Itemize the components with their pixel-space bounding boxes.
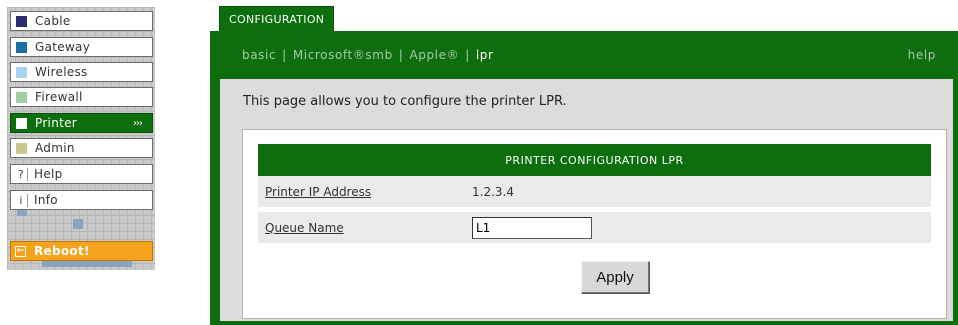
gateway-color-swatch (16, 41, 27, 53)
config-box: PRINTER CONFIGURATION LPR Printer IP Add… (242, 129, 947, 319)
firewall-color-swatch (16, 91, 27, 103)
sidebar-nav: Cable Gateway Wireless Firewall Printer … (7, 7, 155, 270)
queue-name-label[interactable]: Queue Name (258, 221, 472, 235)
info-icon: i (15, 193, 28, 207)
sub-navigation: basic | Microsoft®smb | Apple® | lpr hel… (210, 31, 958, 79)
sidebar-item-wireless[interactable]: Wireless (10, 62, 153, 82)
subnav-lpr-link[interactable]: lpr (470, 48, 500, 62)
queue-name-input[interactable] (472, 216, 592, 239)
sidebar-item-label: Firewall (35, 90, 83, 104)
sidebar-item-label: Gateway (35, 40, 91, 54)
sidebar-item-admin[interactable]: Admin (10, 138, 153, 158)
sidebar-item-label: Admin (35, 141, 75, 155)
sidebar-item-gateway[interactable]: Gateway (10, 37, 153, 57)
tab-label: CONFIGURATION (229, 13, 325, 26)
sidebar-item-cable[interactable]: Cable (10, 11, 153, 31)
sidebar-item-firewall[interactable]: Firewall (10, 87, 153, 107)
subnav-basic-link[interactable]: basic (210, 48, 282, 62)
decorative-tile (73, 219, 83, 229)
printer-ip-label[interactable]: Printer IP Address (258, 185, 472, 199)
arrow-left-icon: ← (15, 245, 26, 257)
subnav-apple-link[interactable]: Apple® (403, 48, 465, 62)
table-title: PRINTER CONFIGURATION LPR (258, 144, 931, 176)
sidebar-item-label: Wireless (35, 65, 88, 79)
subnav-smb-link[interactable]: Microsoft®smb (287, 48, 399, 62)
content-area: This page allows you to configure the pr… (220, 79, 953, 321)
help-link[interactable]: help (902, 48, 942, 62)
reboot-button[interactable]: ← Reboot! (10, 241, 153, 261)
reboot-label: Reboot! (34, 244, 90, 258)
sidebar-item-label: Info (34, 193, 58, 207)
printer-color-swatch (16, 117, 27, 129)
queue-name-row: Queue Name (258, 212, 931, 243)
sidebar-item-label: Cable (35, 14, 71, 28)
sidebar-item-printer[interactable]: Printer ››› (10, 113, 153, 133)
printer-ip-value: 1.2.3.4 (472, 184, 514, 199)
sidebar-item-label: Help (34, 167, 63, 181)
main-panel: basic | Microsoft®smb | Apple® | lpr hel… (210, 31, 958, 325)
chevrons-right-icon: ››› (133, 117, 143, 129)
cable-color-swatch (16, 15, 27, 27)
tab-configuration[interactable]: CONFIGURATION (219, 6, 335, 32)
apply-button[interactable]: Apply (581, 261, 649, 293)
page-description: This page allows you to configure the pr… (243, 94, 567, 109)
wireless-color-swatch (16, 66, 27, 78)
printer-ip-row: Printer IP Address 1.2.3.4 (258, 176, 931, 207)
admin-color-swatch (16, 142, 27, 154)
sidebar-item-info[interactable]: i Info (10, 190, 153, 210)
question-mark-icon: ? (15, 167, 28, 181)
sidebar-item-label: Printer (35, 116, 78, 130)
sidebar-item-help[interactable]: ? Help (10, 164, 153, 184)
